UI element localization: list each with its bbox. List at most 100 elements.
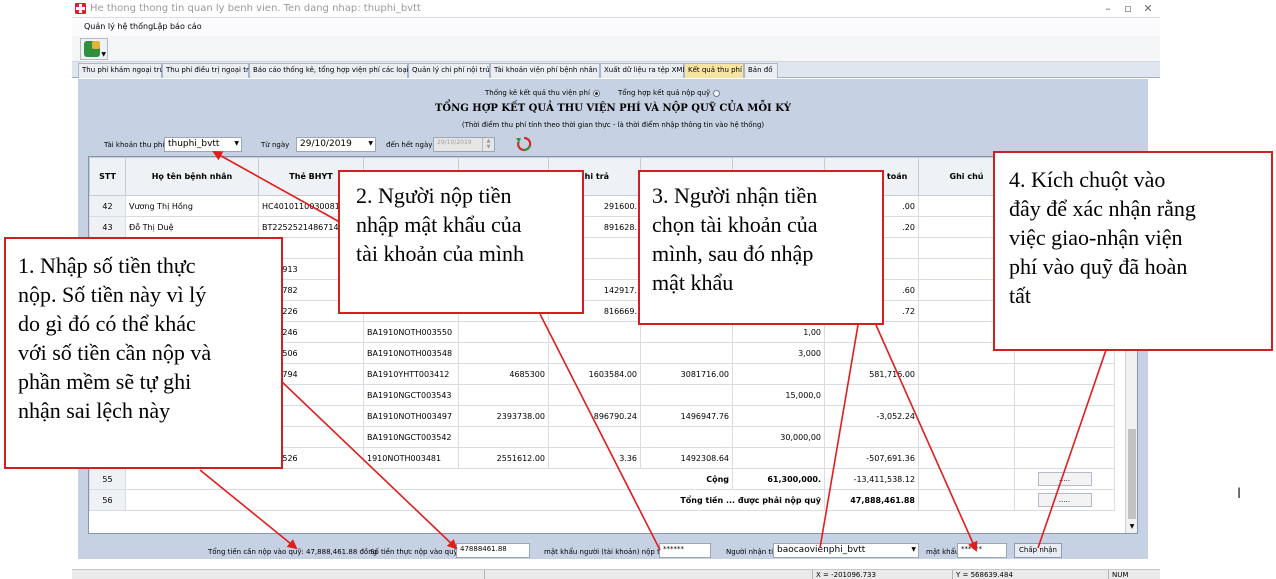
account-select[interactable]: thuphi_bvtt ▼ <box>164 137 242 152</box>
hospital-cross-icon <box>75 3 86 14</box>
table-cell <box>918 384 1015 406</box>
from-date-value: 29/10/2019 <box>300 139 352 149</box>
tab-export-xml[interactable]: Xuất dữ liệu ra tệp XML <box>600 63 686 78</box>
receiver-password-value: ****** <box>961 545 982 553</box>
table-cell: 896790.24 <box>548 405 641 427</box>
refresh-icon[interactable] <box>514 135 534 153</box>
radio-summary-option[interactable]: Tổng hợp kết quả nộp quỹ <box>618 89 721 97</box>
chevron-down-icon: ▼ <box>911 546 916 553</box>
callout-step-4: 4. Kích chuột vào đây để xác nhận rằng v… <box>993 151 1273 351</box>
tab-outpatient-treatment[interactable]: Thu phí điều trị ngoại trú <box>162 63 253 78</box>
table-cell <box>1014 384 1115 406</box>
table-row[interactable]: 42 Vương Thị Hồng HC4010110030081 291600. .0… <box>89 195 1115 217</box>
tab-outpatient-exam[interactable]: Thu phí khám ngoại trú <box>78 63 164 78</box>
callout-1-line: nhận sai lệch này <box>18 398 171 423</box>
table-cell: 2393738.00 <box>458 405 549 427</box>
report-subtitle: (Thời điểm thu phí tính theo thời gian t… <box>461 121 765 129</box>
row-action-cell: ..... <box>1014 468 1115 490</box>
callout-step-3: 3. Người nhận tiền chọn tài khoản của mì… <box>638 170 884 325</box>
scroll-thumb[interactable] <box>1128 429 1136 519</box>
table-cell <box>1014 363 1115 385</box>
callout-step-1: 1. Nhập số tiền thực nộp. Số tiền này vì… <box>4 237 283 469</box>
payer-password-input[interactable]: ****** <box>659 543 711 558</box>
table-cell <box>918 447 1015 469</box>
summary-label: Cộng <box>125 468 733 490</box>
maximize-button[interactable]: ▫ <box>1118 1 1138 16</box>
close-button[interactable]: ✕ <box>1138 1 1158 16</box>
tab-inpatient-costs[interactable]: Quản lý chi phí nội trú <box>408 63 490 78</box>
callout-4-line: phí vào quỹ đã hoàn <box>1009 254 1188 279</box>
summary-payment: -13,411,538.12 <box>824 468 919 490</box>
table-cell: BA1910YHTT003412 <box>363 363 459 385</box>
tab-fee-results[interactable]: Kết quả thu phí <box>684 63 744 78</box>
table-cell: 3,000 <box>732 342 825 364</box>
to-date-label: đến hết ngày <box>386 141 433 149</box>
table-cell: BA1910NOTH003548 <box>363 342 459 364</box>
chevron-down-icon: ▼ <box>368 140 373 147</box>
callout-2-line: 2. Người nộp tiền <box>356 183 512 208</box>
callout-3-line: chọn tài khoản của <box>652 212 818 237</box>
callout-4-line: tất <box>1009 283 1031 308</box>
receiver-select[interactable]: baocaovienphi_bvtt ▼ <box>773 543 919 558</box>
summary-payment: 47,888,461.88 <box>824 489 919 511</box>
table-cell <box>640 384 733 406</box>
radio-selected-icon <box>592 89 600 97</box>
summary-advance: 61,300,000. <box>732 468 825 490</box>
menu-system[interactable]: Quản lý hệ thống <box>84 22 153 31</box>
scroll-down-icon[interactable]: ▼ <box>1126 521 1137 533</box>
toolbar-button[interactable]: ▼ <box>80 38 108 60</box>
table-cell: BA1910NGCT003542 <box>363 426 459 448</box>
table-cell: 1910NOTH003481 <box>363 447 459 469</box>
status-y-coordinate: Y = 568639.484 <box>952 570 1102 579</box>
table-cell: BA1910NGCT003543 <box>363 384 459 406</box>
table-cell <box>548 426 641 448</box>
to-date-picker: 29/10/2019 ▲ ▼ <box>433 137 495 152</box>
need-amount-label: Tổng tiền cần nộp vào quỹ: 47,888,461.88… <box>208 548 378 556</box>
callout-1-line: 1. Nhập số tiền thực <box>18 253 196 278</box>
table-cell: 55 <box>89 468 126 490</box>
table-cell <box>918 363 1015 385</box>
from-date-picker[interactable]: 29/10/2019 ▼ <box>296 137 376 152</box>
toolbar: ▼ <box>72 36 1160 62</box>
table-cell <box>548 342 641 364</box>
payer-password-label: mật khẩu người (tài khoản) nộp tiền <box>544 548 671 556</box>
actual-amount-input[interactable]: 47888461.88 <box>456 543 530 558</box>
menu-reports[interactable]: Lập báo cáo <box>153 22 202 31</box>
minimize-button[interactable]: – <box>1098 1 1118 16</box>
tab-patient-accounts[interactable]: Tài khoản viện phí bệnh nhân <box>490 63 600 78</box>
menu-bar: Quản lý hệ thống Lập báo cáo <box>72 19 1160 36</box>
callout-2-line: nhập mật khẩu của <box>356 212 522 237</box>
row-action-button[interactable]: ..... <box>1037 493 1092 507</box>
table-cell: 3081716.00 <box>640 363 733 385</box>
dropdown-arrow-icon: ▼ <box>101 51 106 58</box>
receiver-value: baocaovienphi_bvtt <box>777 545 866 555</box>
callout-3-line: mật khẩu <box>652 270 734 295</box>
radio-stat-option[interactable]: Thống kê kết quả thu viện phí <box>485 89 600 97</box>
table-cell <box>824 384 919 406</box>
table-cell: 3.36 <box>548 447 641 469</box>
to-date-value: 29/10/2019 <box>437 139 472 146</box>
table-row[interactable]: 43 Đỗ Thị Duệ BT2252521486714 891628. .20 <box>89 216 1115 238</box>
receiver-password-input[interactable]: ****** <box>957 543 1007 558</box>
table-cell <box>732 405 825 427</box>
total-row[interactable]: 55 Cộng 61,300,000. -13,411,538.12..... <box>89 468 1115 490</box>
window-title: He thong thong tin quan ly benh vien. Te… <box>90 3 421 14</box>
table-cell: BA1910NOTH003550 <box>363 321 459 343</box>
table-cell <box>732 363 825 385</box>
tab-map[interactable]: Bản đồ <box>744 63 778 78</box>
table-cell: 56 <box>89 489 126 511</box>
account-label: Tài khoản thu phí <box>104 141 165 149</box>
callout-1-line: với số tiền cần nộp và <box>18 340 212 365</box>
table-cell: 1496947.76 <box>640 405 733 427</box>
table-cell: 1492308.64 <box>640 447 733 469</box>
table-cell: 43 <box>89 216 126 238</box>
accept-button[interactable]: Chấp nhận <box>1014 543 1062 558</box>
col-stt: STT <box>89 157 126 196</box>
callout-1-line: phần mềm sẽ tự ghi <box>18 369 192 394</box>
table-cell <box>824 342 919 364</box>
tab-statistics-report[interactable]: Báo cáo thống kê, tổng hợp viện phí các … <box>249 63 409 78</box>
actual-amount-value: 47888461.88 <box>460 545 507 553</box>
table-header-row: STT Họ tên bệnh nhân Thẻ BHYT chi trả Ti… <box>89 157 1115 196</box>
grand-total-row[interactable]: 56 Tổng tiền ... được phải nộp quỹ 47,888,… <box>89 489 1115 511</box>
row-action-button[interactable]: ..... <box>1037 472 1092 486</box>
